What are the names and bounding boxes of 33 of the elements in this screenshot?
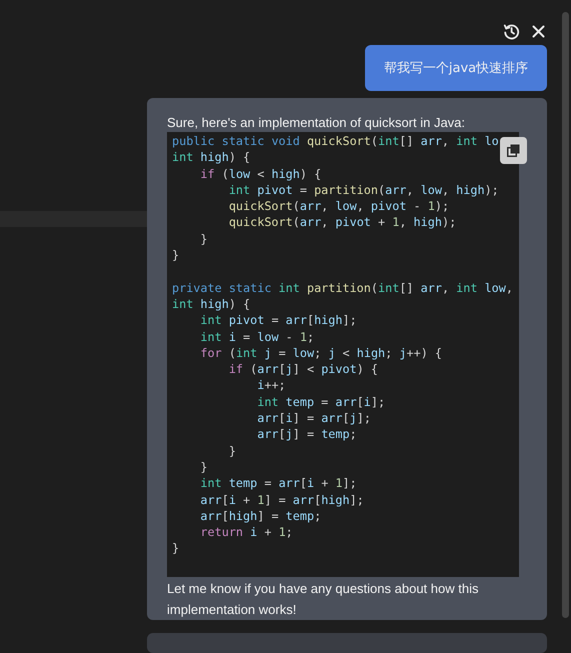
code-line: if (low < high) { bbox=[199, 166, 322, 182]
copy-button[interactable] bbox=[500, 137, 527, 164]
code-line: private static int partition(int[] arr, int low, bbox=[172, 280, 513, 296]
scrollbar[interactable] bbox=[562, 12, 569, 618]
code-line: arr[high] = temp; bbox=[199, 508, 322, 524]
code-line: quickSort(arr, low, pivot - 1); bbox=[228, 198, 450, 214]
reply-text: Sure, here's an implementation of quicksort in Java: bbox=[167, 114, 466, 132]
history-icon[interactable] bbox=[503, 23, 520, 40]
code-line: arr[j] = temp; bbox=[256, 426, 357, 443]
code-line: int i = low - 1; bbox=[199, 328, 314, 345]
code-line: if (arr[j] < pivot) { bbox=[228, 361, 378, 378]
reply-text: Let me know if you have any questions about how this implementation works! bbox=[167, 580, 480, 619]
code-line: arr[i] = arr[j]; bbox=[256, 410, 371, 426]
code-line: int pivot = partition(arr, low, high); bbox=[228, 182, 499, 198]
code-line: int temp = arr[i]; bbox=[256, 394, 386, 410]
code-line: quickSort(arr, pivot + 1, high); bbox=[228, 214, 456, 231]
code-line: return i + 1; bbox=[199, 524, 293, 540]
code-line: int high) { bbox=[172, 149, 250, 166]
code-line: i++; bbox=[256, 377, 286, 394]
code-line: } bbox=[199, 230, 208, 248]
copy-icon bbox=[507, 144, 520, 157]
user-message: 帮我写一个java快速排序 bbox=[365, 45, 547, 91]
code-line: } bbox=[199, 458, 208, 476]
code-line: arr[i + 1] = arr[high]; bbox=[199, 492, 364, 508]
code-line: int high) { bbox=[172, 296, 250, 312]
code-line: } bbox=[172, 247, 180, 264]
code-line: } bbox=[172, 540, 180, 557]
code-line: for (int j = low; j < high; j++) { bbox=[199, 344, 442, 362]
code-line: int pivot = arr[high]; bbox=[199, 312, 357, 329]
code-line: public static void quickSort(int[] arr, int lo bbox=[172, 133, 499, 150]
close-icon[interactable] bbox=[532, 25, 545, 38]
code-line: int temp = arr[i + 1]; bbox=[199, 475, 357, 492]
code-line: } bbox=[228, 442, 236, 459]
